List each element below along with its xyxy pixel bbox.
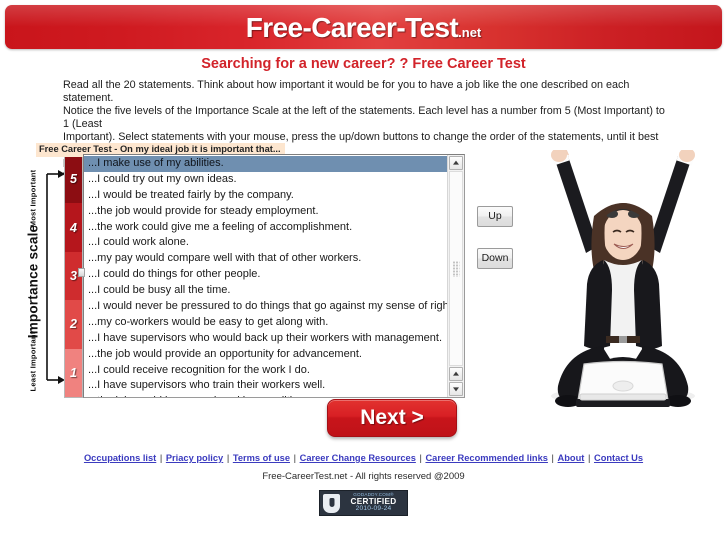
page-subtitle: Searching for a new career? ? Free Caree… bbox=[201, 56, 526, 72]
statement-list-item[interactable]: ...the job would provide for steady empl… bbox=[84, 204, 447, 220]
footer-link-separator: | bbox=[291, 453, 299, 463]
statement-list-item[interactable]: ...the job would have good working condi… bbox=[84, 394, 447, 397]
chevron-up-icon-lower bbox=[453, 371, 459, 376]
scale-level-1: 1 bbox=[65, 348, 82, 397]
site-logo: Free-Career-Test.net bbox=[5, 12, 722, 44]
statement-list-item[interactable]: ...the work could give me a feeling of a… bbox=[84, 220, 447, 236]
statement-list-item[interactable]: ...I have supervisors who would back up … bbox=[84, 331, 447, 347]
list-edge-marker bbox=[78, 268, 85, 277]
scrollbar-up-button[interactable] bbox=[449, 156, 463, 170]
footer-link-terms-of-use[interactable]: Terms of use bbox=[233, 453, 290, 463]
statement-list-item[interactable]: ...I could work alone. bbox=[84, 235, 447, 251]
move-up-button[interactable]: Up bbox=[477, 206, 513, 227]
scrollbar-down-button[interactable] bbox=[449, 382, 463, 396]
next-button[interactable]: Next > bbox=[327, 399, 457, 437]
scrollbar-down-button-upper[interactable] bbox=[449, 367, 463, 381]
statement-list-item[interactable]: ...I could try out my own ideas. bbox=[84, 172, 447, 188]
footer-link-separator: | bbox=[224, 453, 232, 463]
statement-list-item[interactable]: ...I would be treated fairly by the comp… bbox=[84, 188, 447, 204]
scale-label-most-important: Most Important bbox=[28, 169, 38, 228]
scale-level-value: 1 bbox=[70, 365, 77, 380]
site-logo-tld: .net bbox=[458, 25, 482, 40]
scale-level-value: 2 bbox=[70, 317, 77, 332]
scrollbar-grip-icon bbox=[452, 260, 460, 277]
footer-link-occupations-list[interactable]: Occupations list bbox=[84, 453, 156, 463]
site-logo-main: Free-Career-Test bbox=[245, 12, 459, 43]
footer-link-separator: | bbox=[585, 453, 593, 463]
godaddy-badge-text: GODADDY.COM® CERTIFIED 2010-09-24 bbox=[340, 493, 407, 512]
statement-list-item[interactable]: ...I could receive recognition for the w… bbox=[84, 363, 447, 379]
scale-level-5: 5 bbox=[65, 155, 82, 204]
chevron-down-icon bbox=[453, 387, 459, 392]
copyright-text: Free-CareerTest.net - All rights reserve… bbox=[262, 471, 465, 482]
statement-list-item[interactable]: ...the job would provide an opportunity … bbox=[84, 347, 447, 363]
scale-bracket-connector bbox=[46, 170, 65, 384]
site-header-banner: Free-Career-Test.net bbox=[5, 5, 722, 49]
statements-list-items[interactable]: ...I make use of my abilities. ...I could… bbox=[84, 155, 447, 397]
move-down-button[interactable]: Down bbox=[477, 248, 513, 269]
statement-list-item[interactable]: ...I could do things for other people. bbox=[84, 267, 447, 283]
instructions-line-2: Notice the five levels of the Importance… bbox=[63, 105, 665, 131]
instructions-line-1: Read all the 20 statements. Think about … bbox=[63, 79, 630, 105]
footer-link-career-recommended-links[interactable]: Career Recommended links bbox=[425, 453, 547, 463]
scale-level-value: 4 bbox=[70, 220, 77, 235]
statement-list-item[interactable]: ...my pay would compare well with that o… bbox=[84, 251, 447, 267]
scale-level-4: 4 bbox=[65, 203, 82, 252]
statements-listbox[interactable]: ...I make use of my abilities. ...I could… bbox=[83, 154, 465, 398]
statement-list-item[interactable]: ...I could be busy all the time. bbox=[84, 283, 447, 299]
statement-list-item[interactable]: ...I have supervisors who train their wo… bbox=[84, 378, 447, 394]
footer-link-career-change-resources[interactable]: Career Change Resources bbox=[300, 453, 416, 463]
shield-icon bbox=[323, 493, 340, 513]
scale-level-value: 5 bbox=[70, 172, 77, 187]
statement-list-item[interactable]: ...I would never be pressured to do thin… bbox=[84, 299, 447, 315]
scrollbar-track[interactable] bbox=[449, 171, 463, 366]
statements-scrollbar[interactable] bbox=[447, 155, 464, 397]
footer-link-contact-us[interactable]: Contact Us bbox=[594, 453, 643, 463]
scale-axis-title: Importance scale bbox=[25, 224, 41, 339]
godaddy-certified-badge[interactable]: GODADDY.COM® CERTIFIED 2010-09-24 bbox=[319, 490, 408, 516]
chevron-up-icon bbox=[453, 160, 459, 165]
celebrating-woman-with-laptop-photo bbox=[524, 150, 722, 408]
statement-list-item[interactable]: ...I make use of my abilities. bbox=[84, 156, 447, 172]
statement-list-item[interactable]: ...my co-workers would be easy to get al… bbox=[84, 315, 447, 331]
footer-link-about[interactable]: About bbox=[558, 453, 585, 463]
footer-links[interactable]: Occupations list | Priacy policy | Terms… bbox=[0, 453, 727, 463]
footer-link-separator: | bbox=[157, 453, 165, 463]
godaddy-badge-line-3: 2010-09-24 bbox=[355, 505, 392, 513]
importance-scale-labels: Most Important Importance scale Least Im… bbox=[20, 152, 46, 398]
footer-link-priacy-policy[interactable]: Priacy policy bbox=[166, 453, 223, 463]
scale-label-least-important: Least Important bbox=[28, 331, 38, 392]
footer-link-separator: | bbox=[548, 453, 557, 463]
scale-level-2: 2 bbox=[65, 300, 82, 349]
